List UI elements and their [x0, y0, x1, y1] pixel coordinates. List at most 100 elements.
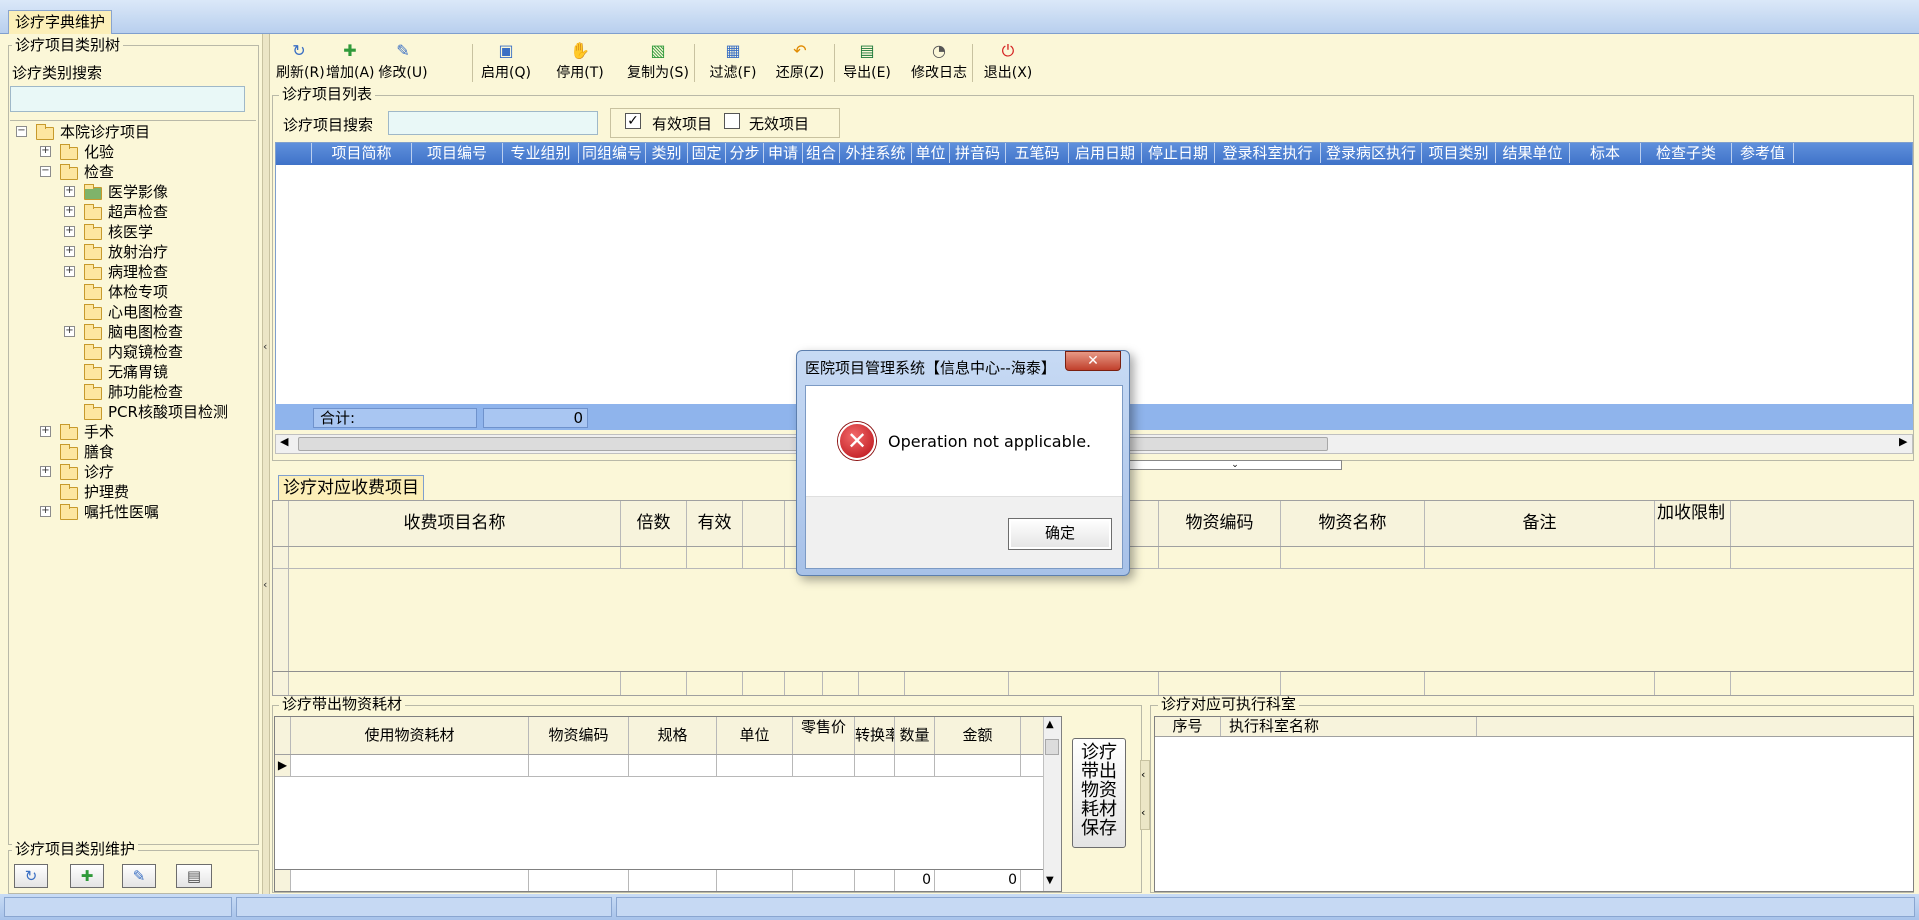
- material-cell[interactable]: [895, 755, 935, 776]
- tree-node[interactable]: 放射治疗: [108, 242, 168, 262]
- collapse-left-icon-2[interactable]: ‹: [263, 578, 267, 591]
- departments-grid[interactable]: 序号 执行科室名称: [1154, 716, 1914, 892]
- tree-node[interactable]: 超声检查: [108, 202, 168, 222]
- fee-cell[interactable]: [1281, 547, 1425, 568]
- col-header[interactable]: 外挂系统: [840, 143, 912, 163]
- col-header[interactable]: 检查子类: [1641, 143, 1732, 163]
- col-header[interactable]: 项目类别: [1422, 143, 1496, 163]
- col-dept-name[interactable]: 执行科室名称: [1221, 717, 1477, 736]
- fee-cell[interactable]: [273, 547, 289, 568]
- tree-expander-icon[interactable]: +: [64, 206, 75, 217]
- fee-cell[interactable]: [687, 547, 743, 568]
- fee-cell[interactable]: [1159, 547, 1281, 568]
- col-header[interactable]: 类别: [646, 143, 688, 163]
- tab-dictionary-maintenance[interactable]: 诊疗字典维护: [8, 10, 113, 34]
- toolbar-button-2[interactable]: ✎ 修改(U): [376, 42, 430, 84]
- fee-cell[interactable]: [1655, 547, 1731, 568]
- col-header[interactable]: 结果单位: [1496, 143, 1570, 163]
- col-header[interactable]: 登录科室执行: [1215, 143, 1321, 163]
- fee-col-header[interactable]: 收费项目名称: [289, 501, 621, 546]
- tree-node[interactable]: 内窥镜检查: [108, 342, 183, 362]
- fee-col-header[interactable]: [743, 501, 785, 546]
- material-col-header[interactable]: 规格: [629, 717, 717, 754]
- refresh-icon[interactable]: ↻: [14, 864, 48, 888]
- item-search-input[interactable]: [388, 111, 598, 135]
- tree-node[interactable]: 心电图检查: [108, 302, 183, 322]
- tree-expander-icon[interactable]: +: [40, 506, 51, 517]
- tree-expander-icon[interactable]: −: [40, 166, 51, 177]
- materials-grid[interactable]: 使用物资耗材物资编码规格单位零售价转换率数量金额 ▶ 00 ▲ ▼: [274, 716, 1062, 892]
- col-header[interactable]: 专业组别: [503, 143, 579, 163]
- col-header[interactable]: 申请: [764, 143, 803, 163]
- toolbar-button-0[interactable]: ↻ 刷新(R): [276, 42, 325, 84]
- toolbar-button-5[interactable]: ▧ 复制为(S): [620, 42, 696, 84]
- tree-node[interactable]: 手术: [84, 422, 114, 442]
- tree-expander-icon[interactable]: +: [64, 266, 75, 277]
- dialog-close-button[interactable]: ✕: [1065, 351, 1121, 371]
- material-cell[interactable]: [855, 755, 895, 776]
- col-header[interactable]: 项目简称: [312, 143, 412, 163]
- tree-expander-icon[interactable]: −: [16, 126, 27, 137]
- col-header[interactable]: 项目编号: [412, 143, 503, 163]
- tree-expander-icon[interactable]: +: [64, 326, 75, 337]
- tree-expander-icon[interactable]: +: [40, 466, 51, 477]
- collapse-icon[interactable]: ‹: [1141, 768, 1145, 781]
- tree-node[interactable]: 医学影像: [108, 182, 168, 202]
- material-col-header[interactable]: 零售价: [793, 717, 855, 754]
- collapse-icon-2[interactable]: ‹: [1141, 806, 1145, 819]
- add-icon[interactable]: ✚: [70, 864, 104, 888]
- scroll-right-icon[interactable]: ▶: [1899, 435, 1907, 448]
- col-header[interactable]: 启用日期: [1069, 143, 1142, 163]
- fee-col-header[interactable]: 物资名称: [1281, 501, 1425, 546]
- tree-node[interactable]: 核医学: [108, 222, 153, 242]
- col-seq[interactable]: 序号: [1155, 717, 1221, 736]
- material-cell[interactable]: [793, 755, 855, 776]
- tree-node[interactable]: 本院诊疗项目: [60, 122, 150, 142]
- materials-vscrollbar[interactable]: ▲ ▼: [1043, 717, 1061, 891]
- tab-fee-items[interactable]: 诊疗对应收费项目: [278, 475, 424, 500]
- toolbar-button-9[interactable]: ◔ 修改日志: [906, 42, 972, 84]
- material-col-header[interactable]: 金额: [935, 717, 1021, 754]
- fee-col-header[interactable]: 有效: [687, 501, 743, 546]
- material-col-header[interactable]: 物资编码: [529, 717, 629, 754]
- tree-node[interactable]: 膳食: [84, 442, 114, 462]
- tree-node[interactable]: 病理检查: [108, 262, 168, 282]
- fee-cell[interactable]: [621, 547, 687, 568]
- toolbar-button-8[interactable]: ▤ 导出(E): [838, 42, 896, 84]
- fee-col-header[interactable]: 加收限制: [1655, 501, 1731, 546]
- splitter-handle[interactable]: ⌄: [1128, 460, 1342, 470]
- fee-cell[interactable]: [289, 547, 621, 568]
- material-cell[interactable]: [529, 755, 629, 776]
- col-header[interactable]: 五笔码: [1006, 143, 1069, 163]
- material-col-header[interactable]: 使用物资耗材: [291, 717, 529, 754]
- col-header[interactable]: 分步: [726, 143, 764, 163]
- fee-col-header[interactable]: 物资编码: [1159, 501, 1281, 546]
- category-tree[interactable]: − 本院诊疗项目 + 化验 − 检查 + 医学影像 + 超声检查 + 核医学 + 放射治疗 + 病理检查 体检专…: [0, 122, 260, 532]
- material-cell[interactable]: [291, 755, 529, 776]
- col-header[interactable]: 固定: [688, 143, 726, 163]
- tree-node[interactable]: PCR核酸项目检测: [108, 402, 228, 422]
- scroll-down-icon[interactable]: ▼: [1046, 875, 1054, 886]
- scroll-up-icon[interactable]: ▲: [1046, 719, 1054, 730]
- tree-expander-icon[interactable]: +: [40, 426, 51, 437]
- tree-expander-icon[interactable]: +: [64, 186, 75, 197]
- material-col-header[interactable]: 数量: [895, 717, 935, 754]
- edit-icon[interactable]: ✎: [122, 864, 156, 888]
- valid-items-checkbox[interactable]: ✓: [625, 113, 641, 129]
- tree-node[interactable]: 化验: [84, 142, 114, 162]
- tree-node[interactable]: 诊疗: [84, 462, 114, 482]
- fee-cell[interactable]: [743, 547, 785, 568]
- col-header[interactable]: 单位: [912, 143, 950, 163]
- material-col-header[interactable]: 转换率: [855, 717, 895, 754]
- materials-row[interactable]: ▶: [275, 755, 1043, 777]
- toolbar-button-4[interactable]: ✋ 停用(T): [552, 42, 608, 84]
- tree-expander-icon[interactable]: +: [40, 146, 51, 157]
- material-cell[interactable]: [629, 755, 717, 776]
- tree-node[interactable]: 嘱托性医嘱: [84, 502, 159, 522]
- col-header[interactable]: 停止日期: [1142, 143, 1215, 163]
- tree-node[interactable]: 肺功能检查: [108, 382, 183, 402]
- ok-button[interactable]: 确定: [1008, 518, 1112, 550]
- toolbar-button-7[interactable]: ↶ 还原(Z): [772, 42, 828, 84]
- col-header[interactable]: 登录病区执行: [1321, 143, 1422, 163]
- material-col-header[interactable]: 单位: [717, 717, 793, 754]
